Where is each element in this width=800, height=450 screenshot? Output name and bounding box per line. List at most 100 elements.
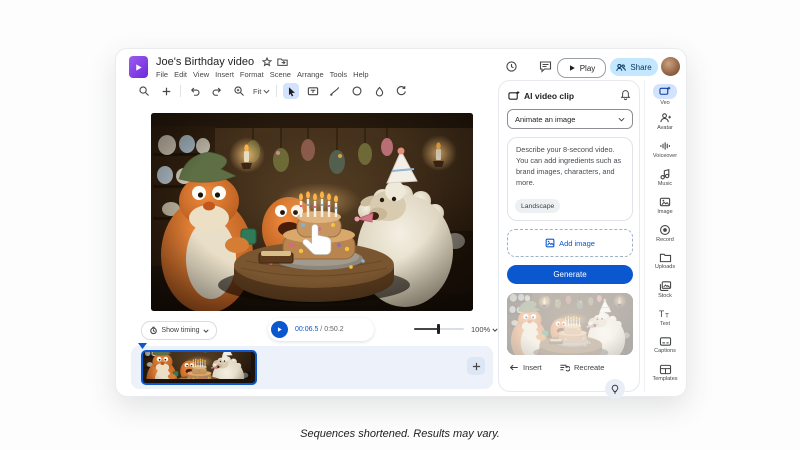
animation-mode-select[interactable]: Animate an image bbox=[507, 109, 633, 129]
playback-pill: 00:06.5 / 0:50.2 bbox=[268, 318, 374, 341]
document-title[interactable]: Joe's Birthday video bbox=[156, 56, 254, 68]
menu-view[interactable]: View bbox=[193, 70, 209, 79]
redo-tool[interactable] bbox=[209, 83, 225, 99]
star-icon[interactable] bbox=[262, 57, 272, 67]
sidebar-item-avatar[interactable]: Avatar bbox=[645, 112, 685, 131]
undo-tool[interactable] bbox=[187, 83, 203, 99]
menu-file[interactable]: File bbox=[156, 70, 168, 79]
timecode: 00:06.5 / 0:50.2 bbox=[295, 326, 344, 333]
rotate-tool[interactable] bbox=[393, 83, 409, 99]
menu-bar: File Edit View Insert Format Scene Arran… bbox=[156, 70, 369, 79]
sidebar-label: Voiceover bbox=[645, 153, 685, 159]
sidebar-label: Veo bbox=[645, 100, 685, 106]
sidebar-label: Uploads bbox=[645, 264, 685, 270]
pen-tool[interactable] bbox=[327, 83, 343, 99]
recreate-label: Recreate bbox=[574, 363, 604, 372]
toolbar-divider bbox=[180, 85, 181, 97]
aspect-ratio-chip[interactable]: Landscape bbox=[515, 199, 560, 213]
vids-logo[interactable] bbox=[129, 56, 148, 78]
ai-video-clip-panel: AI video clip Animate an image Describe … bbox=[498, 80, 640, 392]
image-icon bbox=[659, 196, 671, 208]
mode-label: Animate an image bbox=[515, 115, 575, 124]
svg-text:T: T bbox=[659, 309, 665, 319]
add-image-button[interactable]: Add image bbox=[507, 229, 633, 257]
play-button[interactable]: Play bbox=[557, 58, 606, 78]
add-image-icon bbox=[545, 238, 555, 248]
textbox-tool[interactable] bbox=[305, 83, 321, 99]
shape-tool[interactable] bbox=[349, 83, 365, 99]
comment-tool[interactable] bbox=[371, 83, 387, 99]
menu-insert[interactable]: Insert bbox=[215, 70, 234, 79]
video-canvas[interactable] bbox=[151, 113, 473, 311]
fit-label: Fit bbox=[253, 87, 261, 96]
add-tool[interactable] bbox=[158, 83, 174, 99]
svg-text:T: T bbox=[665, 313, 669, 320]
lightbulb-icon bbox=[610, 384, 620, 395]
sidebar-item-captions[interactable]: Captions bbox=[645, 336, 685, 354]
menu-scene[interactable]: Scene bbox=[270, 70, 291, 79]
insert-button[interactable]: Insert bbox=[509, 363, 542, 372]
menu-tools[interactable]: Tools bbox=[330, 70, 348, 79]
menu-arrange[interactable]: Arrange bbox=[297, 70, 324, 79]
prompt-input[interactable]: Describe your 8-second video. You can ad… bbox=[508, 138, 632, 189]
generate-button[interactable]: Generate bbox=[507, 265, 633, 284]
generated-preview[interactable] bbox=[507, 293, 633, 355]
share-label: Share bbox=[630, 63, 651, 72]
timeline-play-button[interactable] bbox=[271, 321, 288, 338]
hand-cursor-icon bbox=[299, 222, 337, 262]
show-timing-dropdown[interactable]: Show timing bbox=[141, 321, 217, 340]
veo-icon bbox=[659, 86, 671, 97]
play-label: Play bbox=[580, 64, 596, 73]
menu-format[interactable]: Format bbox=[240, 70, 264, 79]
sidebar-item-stock[interactable]: Stock bbox=[645, 280, 685, 299]
select-tool[interactable] bbox=[283, 83, 299, 99]
sidebar-label: Text bbox=[645, 321, 685, 327]
zoom-tool[interactable] bbox=[231, 83, 247, 99]
aspect-chip-label: Landscape bbox=[521, 203, 554, 210]
music-icon bbox=[659, 168, 671, 180]
panel-title: AI video clip bbox=[524, 91, 574, 101]
sidebar-label: Image bbox=[645, 209, 685, 215]
sidebar-label: Record bbox=[645, 237, 685, 243]
move-folder-icon[interactable] bbox=[277, 57, 288, 67]
prompt-card: Describe your 8-second video. You can ad… bbox=[507, 137, 633, 221]
tips-button[interactable] bbox=[605, 379, 625, 399]
sidebar-item-veo[interactable]: Veo bbox=[645, 84, 685, 106]
add-scene-button[interactable] bbox=[467, 357, 485, 375]
sidebar-item-text[interactable]: TT Text bbox=[645, 308, 685, 327]
sidebar-item-voiceover[interactable]: Voiceover bbox=[645, 140, 685, 159]
sidebar-item-uploads[interactable]: Uploads bbox=[645, 252, 685, 270]
sidebar-item-templates[interactable]: Templates bbox=[645, 364, 685, 382]
text-icon: TT bbox=[658, 308, 672, 320]
sidebar-item-music[interactable]: Music bbox=[645, 168, 685, 187]
record-icon bbox=[659, 224, 671, 236]
zoom-level-dropdown[interactable]: 100% bbox=[471, 325, 498, 334]
menu-help[interactable]: Help bbox=[353, 70, 368, 79]
captions-icon bbox=[659, 336, 672, 347]
comments-icon[interactable] bbox=[539, 60, 552, 73]
sidebar-item-record[interactable]: Record bbox=[645, 224, 685, 243]
zoom-level-label: 100% bbox=[471, 325, 490, 334]
show-timing-label: Show timing bbox=[161, 327, 199, 334]
sidebar-label: Stock bbox=[645, 293, 685, 299]
play-icon bbox=[568, 64, 576, 72]
ai-video-icon bbox=[508, 90, 520, 102]
search-tool[interactable] bbox=[136, 83, 152, 99]
fit-zoom-dropdown[interactable]: Fit bbox=[253, 87, 270, 96]
version-history-icon[interactable] bbox=[505, 60, 518, 73]
user-avatar[interactable] bbox=[661, 57, 680, 76]
sidebar-label: Avatar bbox=[645, 125, 685, 131]
sidebar-label: Captions bbox=[645, 348, 685, 354]
share-button[interactable]: Share bbox=[610, 58, 658, 76]
generate-label: Generate bbox=[553, 270, 586, 279]
menu-edit[interactable]: Edit bbox=[174, 70, 187, 79]
playhead-icon[interactable] bbox=[138, 343, 147, 349]
recreate-button[interactable]: Recreate bbox=[559, 363, 604, 372]
time-total: / 0:50.2 bbox=[318, 326, 343, 333]
notification-bell-icon[interactable] bbox=[620, 89, 631, 101]
zoom-slider-handle[interactable] bbox=[437, 324, 440, 334]
sidebar-item-image[interactable]: Image bbox=[645, 196, 685, 215]
toolbar: Fit bbox=[136, 82, 409, 100]
timeline-clip-thumbnail[interactable] bbox=[141, 350, 257, 385]
sidebar-label: Templates bbox=[645, 376, 685, 382]
